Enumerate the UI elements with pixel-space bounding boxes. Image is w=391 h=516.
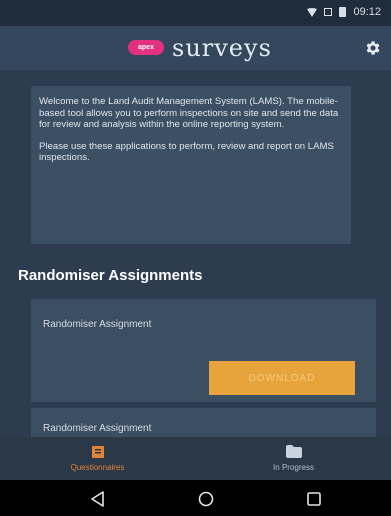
assignment-title: Randomiser Assignment xyxy=(43,423,152,434)
bottom-nav: Questionnaires In Progress xyxy=(0,437,391,480)
signal-icon xyxy=(324,8,333,16)
apex-logo: apex xyxy=(128,40,164,55)
app-screen: 09:12 apex surveys Welcome to the Land A… xyxy=(0,0,391,516)
assignment-card: Randomiser Assignment DOWNLOAD xyxy=(31,299,376,402)
tab-in-progress[interactable]: In Progress xyxy=(196,437,391,480)
section-heading: Randomiser Assignments xyxy=(18,267,203,284)
tab-label: Questionnaires xyxy=(70,463,125,472)
wifi-icon xyxy=(307,7,318,17)
back-icon[interactable] xyxy=(88,489,108,509)
settings-button[interactable] xyxy=(361,36,385,60)
recents-icon[interactable] xyxy=(304,489,324,509)
assignment-title: Randomiser Assignment xyxy=(43,319,152,330)
welcome-card: Welcome to the Land Audit Management Sys… xyxy=(31,86,351,244)
tab-label: In Progress xyxy=(273,463,314,472)
status-icons: 09:12 xyxy=(307,6,381,18)
download-button[interactable]: DOWNLOAD xyxy=(209,361,355,395)
status-bar: 09:12 xyxy=(0,0,391,26)
system-nav-bar xyxy=(0,480,391,516)
home-icon[interactable] xyxy=(196,489,216,509)
status-time: 09:12 xyxy=(353,6,381,18)
battery-icon xyxy=(339,7,347,17)
welcome-instructions: Please use these applications to perform… xyxy=(39,140,334,164)
app-title: surveys xyxy=(172,34,272,62)
questionnaire-icon xyxy=(91,446,104,458)
gear-icon xyxy=(366,41,380,55)
app-header: apex surveys xyxy=(0,26,391,70)
folder-icon xyxy=(285,445,302,458)
welcome-text: Welcome to the Land Audit Management Sys… xyxy=(39,96,339,130)
tab-questionnaires[interactable]: Questionnaires xyxy=(0,437,195,480)
main-content[interactable]: Welcome to the Land Audit Management Sys… xyxy=(0,70,391,448)
